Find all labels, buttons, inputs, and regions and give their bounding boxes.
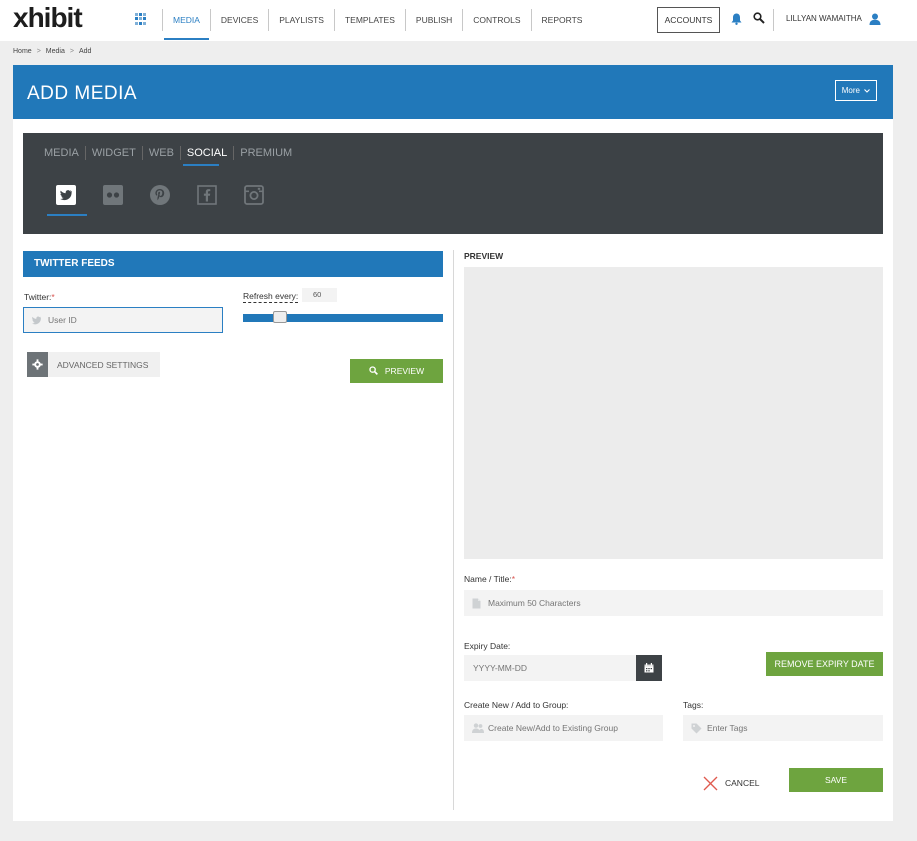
group-field[interactable] [464, 715, 663, 741]
search-icon[interactable] [753, 12, 765, 24]
save-button[interactable]: SAVE [789, 768, 883, 792]
apps-grid-icon[interactable] [135, 13, 147, 25]
remove-expiry-date-button[interactable]: REMOVE EXPIRY DATE [766, 652, 883, 676]
preview-heading: PREVIEW [464, 251, 504, 261]
user-icon[interactable] [869, 13, 881, 25]
cancel-button-label: CANCEL [725, 778, 760, 788]
pinterest-icon[interactable] [150, 185, 170, 205]
more-button[interactable]: More [835, 80, 877, 101]
expiry-date-field[interactable] [464, 655, 636, 681]
tab-social[interactable]: SOCIAL [179, 146, 233, 160]
flickr-icon[interactable] [103, 185, 123, 205]
nav-active-indicator [164, 38, 209, 40]
close-icon [703, 776, 718, 790]
expiry-date-label: Expiry Date: [464, 641, 511, 651]
page-title: ADD MEDIA [27, 83, 138, 104]
advanced-settings-button[interactable]: ADVANCED SETTINGS [27, 352, 160, 377]
nav-item-media[interactable]: MEDIA [162, 9, 210, 31]
required-asterisk: * [511, 574, 516, 584]
breadcrumb-add: Add [78, 48, 92, 55]
nav-item-playlists[interactable]: PLAYLISTS [268, 9, 334, 31]
twitter-feeds-heading: TWITTER FEEDS [23, 251, 443, 277]
breadcrumb-home[interactable]: Home [13, 48, 32, 55]
facebook-icon[interactable] [197, 185, 217, 205]
group-label: Create New / Add to Group: [464, 700, 569, 710]
name-title-field[interactable] [464, 590, 883, 616]
nav-item-controls[interactable]: CONTROLS [462, 9, 530, 31]
preview-button-label: PREVIEW [384, 366, 425, 376]
group-icon [472, 723, 484, 733]
twitter-user-id-field[interactable] [23, 307, 223, 333]
name-title-label-text: Name / Title: [464, 574, 512, 584]
page-banner: ADD MEDIA More [13, 65, 893, 119]
column-divider [453, 250, 454, 810]
twitter-label: Twitter:* [24, 292, 55, 302]
preview-area [464, 267, 883, 559]
calendar-icon [644, 663, 654, 673]
twitter-user-id-input[interactable] [48, 312, 216, 328]
username[interactable]: LILLYAN WAMAITHA [786, 14, 862, 23]
name-title-label: Name / Title:* [464, 574, 515, 584]
required-asterisk: * [51, 292, 55, 302]
preview-button[interactable]: PREVIEW [350, 359, 443, 383]
tags-field[interactable] [683, 715, 883, 741]
refresh-value: 60 [302, 288, 337, 302]
breadcrumb-media[interactable]: Media [46, 48, 65, 55]
breadcrumb-separator: > [69, 48, 74, 55]
tab-widget[interactable]: WIDGET [84, 146, 142, 160]
gear-icon-box [27, 352, 48, 377]
nav-item-reports[interactable]: REPORTS [530, 9, 593, 31]
tab-web[interactable]: WEB [141, 146, 180, 160]
advanced-settings-label: ADVANCED SETTINGS [57, 360, 149, 370]
expiry-date-input[interactable] [473, 659, 628, 677]
group-input[interactable] [488, 719, 658, 737]
top-header: xhibit MEDIA DEVICES PLAYLISTS TEMPLATES… [0, 0, 917, 41]
tags-input[interactable] [707, 719, 877, 737]
twitter-icon[interactable] [56, 185, 76, 205]
tab-premium[interactable]: PREMIUM [233, 146, 298, 160]
name-title-input[interactable] [488, 594, 868, 612]
nav-item-devices[interactable]: DEVICES [209, 9, 268, 31]
tag-icon [691, 723, 702, 734]
search-icon [369, 366, 378, 376]
header-divider [773, 9, 774, 31]
accounts-button[interactable]: ACCOUNTS [657, 7, 720, 33]
breadcrumb-separator: > [36, 48, 41, 55]
calendar-button[interactable] [636, 655, 662, 681]
more-button-label: More [841, 86, 860, 95]
gear-icon [32, 359, 43, 370]
tab-media[interactable]: MEDIA [37, 146, 85, 160]
cancel-button[interactable]: CANCEL [703, 775, 759, 791]
twitter-bird-icon [31, 316, 41, 325]
social-network-list [56, 185, 291, 205]
tab-active-indicator [183, 164, 219, 166]
refresh-slider-handle[interactable] [273, 311, 287, 323]
tags-label: Tags: [683, 700, 704, 710]
refresh-every-label: Refresh every: [243, 291, 299, 303]
media-type-tabs: MEDIA WIDGET WEB SOCIAL PREMIUM [37, 146, 298, 160]
nav-item-publish[interactable]: PUBLISH [404, 9, 462, 31]
document-icon [472, 598, 481, 609]
chevron-down-icon [864, 89, 871, 93]
social-active-indicator [47, 214, 87, 216]
main-nav: MEDIA DEVICES PLAYLISTS TEMPLATES PUBLIS… [162, 9, 592, 31]
nav-item-templates[interactable]: TEMPLATES [333, 9, 405, 31]
media-type-panel: MEDIA WIDGET WEB SOCIAL PREMIUM [23, 133, 883, 234]
breadcrumb: Home > Media > Add [13, 48, 91, 55]
twitter-label-text: Twitter: [24, 292, 52, 302]
instagram-icon[interactable] [244, 185, 264, 205]
bell-icon[interactable] [731, 13, 742, 25]
xhibit-logo[interactable]: xhibit [13, 2, 83, 34]
